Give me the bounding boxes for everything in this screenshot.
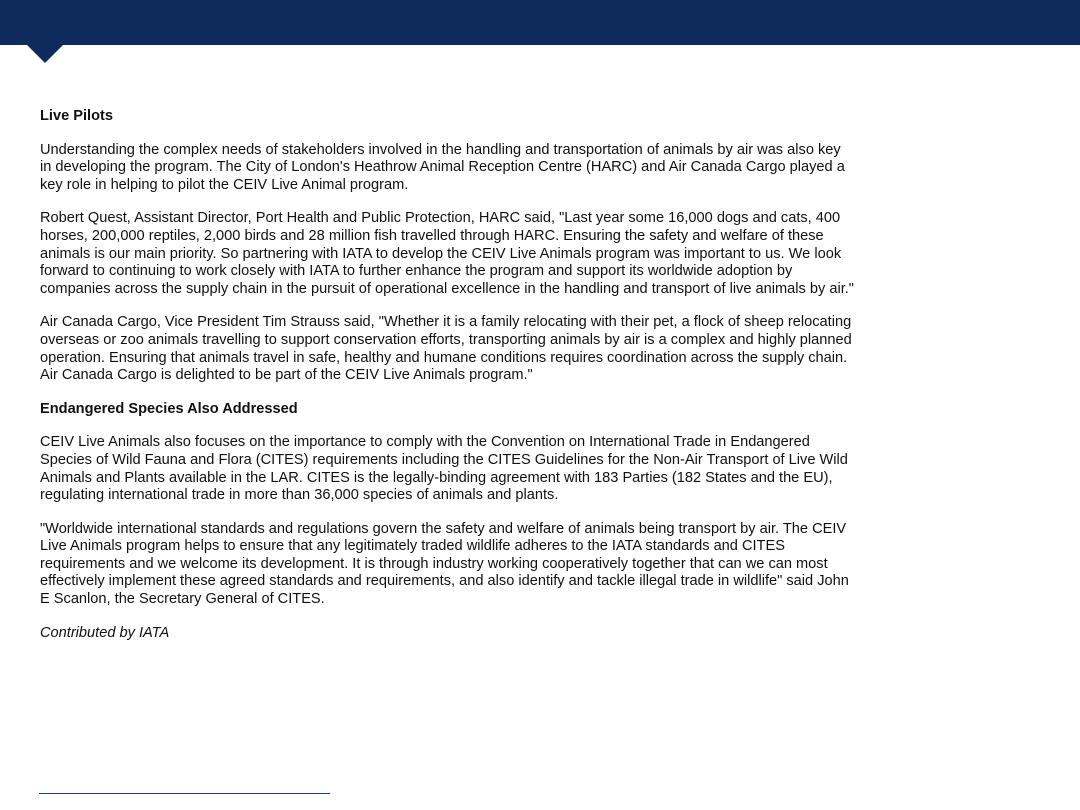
article-credit: Contributed by IATA	[40, 624, 170, 641]
section-heading-live-pilots: Live Pilots	[40, 108, 113, 124]
paragraph: Robert Quest, Assistant Director, Port H…	[40, 210, 854, 297]
paragraph: Understanding the complex needs of stake…	[40, 141, 845, 193]
footnote-separator	[39, 793, 330, 794]
paragraph: "Worldwide international standards and r…	[40, 520, 849, 608]
paragraph: CEIV Live Animals also focuses on the im…	[40, 434, 848, 504]
header-bar	[0, 0, 1080, 45]
header-notch	[27, 45, 63, 63]
paragraph: Air Canada Cargo, Vice President Tim Str…	[40, 314, 852, 384]
article-body: Live Pilots Understanding the complex ne…	[40, 108, 855, 658]
section-heading-endangered-species: Endangered Species Also Addressed	[40, 400, 298, 417]
